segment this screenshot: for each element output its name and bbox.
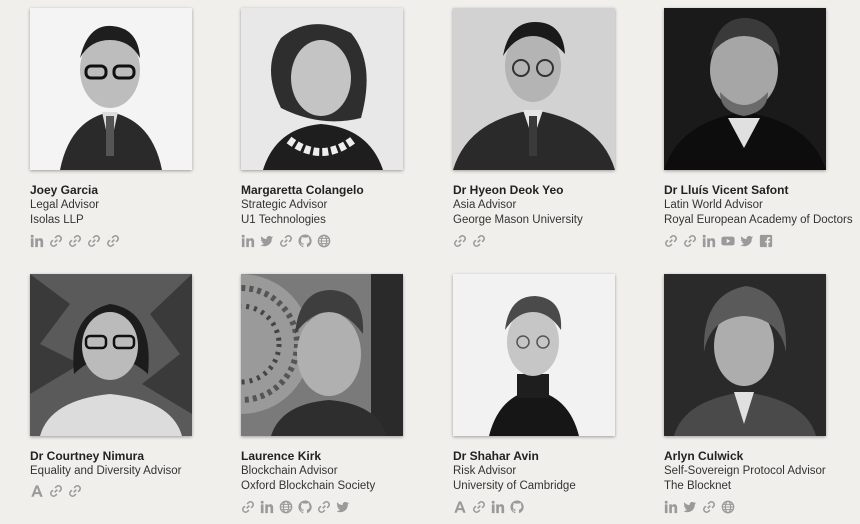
advisor-role: Legal Advisor [30, 199, 100, 211]
linkedin-icon[interactable] [702, 234, 716, 248]
advisor-photo [30, 274, 192, 436]
link-icon[interactable] [106, 234, 120, 248]
academia-icon[interactable] [30, 484, 44, 498]
advisor-role: Self-Sovereign Protocol Advisor [664, 465, 826, 477]
linkedin-icon[interactable] [241, 234, 255, 248]
advisor-role: Risk Advisor [453, 465, 517, 477]
advisor-role: Latin World Advisor [664, 199, 763, 211]
twitter-icon[interactable] [336, 500, 350, 514]
advisor-role: Strategic Advisor [241, 199, 328, 211]
link-icon[interactable] [241, 500, 255, 514]
linkedin-icon[interactable] [491, 500, 505, 514]
advisor-photo [453, 274, 615, 436]
advisor-name: Margaretta Colangelo [241, 183, 364, 197]
advisor-card: Joey Garcia Legal Advisor Isolas LLP [30, 8, 230, 248]
linkedin-icon[interactable] [30, 234, 44, 248]
advisor-name: Dr Shahar Avin [453, 449, 539, 463]
advisor-name: Laurence Kirk [241, 449, 322, 463]
advisor-card: Laurence Kirk Blockchain Advisor Oxford … [241, 274, 441, 514]
twitter-icon[interactable] [683, 500, 697, 514]
twitter-icon[interactable] [740, 234, 754, 248]
youtube-icon[interactable] [721, 234, 735, 248]
link-icon[interactable] [317, 500, 331, 514]
academia-icon[interactable] [453, 500, 467, 514]
advisor-card: Dr Lluís Vicent Safont Latin World Advis… [664, 8, 860, 248]
advisors-grid: Joey Garcia Legal Advisor Isolas LLP Mar… [0, 0, 860, 524]
github-icon[interactable] [510, 500, 524, 514]
link-icon[interactable] [49, 484, 63, 498]
link-icon[interactable] [49, 234, 63, 248]
advisor-photo [664, 274, 826, 436]
advisor-org: George Mason University [453, 214, 583, 226]
social-links [664, 234, 860, 248]
advisor-name: Dr Lluís Vicent Safont [664, 183, 789, 197]
advisor-org: University of Cambridge [453, 480, 576, 492]
twitter-icon[interactable] [260, 234, 274, 248]
advisor-card: Dr Hyeon Deok Yeo Asia Advisor George Ma… [453, 8, 653, 248]
advisor-card: Margaretta Colangelo Strategic Advisor U… [241, 8, 441, 248]
advisor-photo [664, 8, 826, 170]
social-links [453, 500, 653, 514]
linkedin-icon[interactable] [260, 500, 274, 514]
social-links [453, 234, 653, 248]
advisor-org: U1 Technologies [241, 214, 326, 226]
globe-icon[interactable] [721, 500, 735, 514]
link-icon[interactable] [68, 484, 82, 498]
social-links [30, 484, 230, 498]
globe-icon[interactable] [279, 500, 293, 514]
github-icon[interactable] [298, 500, 312, 514]
github-icon[interactable] [298, 234, 312, 248]
advisor-name: Joey Garcia [30, 183, 99, 197]
link-icon[interactable] [68, 234, 82, 248]
advisor-role: Blockchain Advisor [241, 465, 338, 477]
advisor-card: Arlyn Culwick Self-Sovereign Protocol Ad… [664, 274, 860, 514]
advisor-org: Oxford Blockchain Society [241, 480, 376, 492]
link-icon[interactable] [702, 500, 716, 514]
link-icon[interactable] [279, 234, 293, 248]
facebook-icon[interactable] [759, 234, 773, 248]
social-links [241, 500, 441, 514]
linkedin-icon[interactable] [664, 500, 678, 514]
advisor-photo [241, 274, 403, 436]
advisor-card: Dr Shahar Avin Risk Advisor University o… [453, 274, 653, 514]
link-icon[interactable] [472, 500, 486, 514]
social-links [241, 234, 441, 248]
link-icon[interactable] [87, 234, 101, 248]
advisor-name: Dr Hyeon Deok Yeo [453, 183, 564, 197]
advisor-org: The Blocknet [664, 480, 732, 492]
link-icon[interactable] [472, 234, 486, 248]
advisor-role: Equality and Diversity Advisor [30, 465, 182, 477]
advisor-name: Dr Courtney Nimura [30, 449, 145, 463]
advisor-photo [453, 8, 615, 170]
social-links [30, 234, 230, 248]
link-icon[interactable] [683, 234, 697, 248]
advisor-org: Royal European Academy of Doctors [664, 214, 853, 226]
link-icon[interactable] [664, 234, 678, 248]
social-links [664, 500, 860, 514]
advisor-photo [30, 8, 192, 170]
advisor-card: Dr Courtney Nimura Equality and Diversit… [30, 274, 230, 498]
advisor-role: Asia Advisor [453, 199, 517, 211]
advisor-photo [241, 8, 403, 170]
advisor-org: Isolas LLP [30, 214, 84, 226]
link-icon[interactable] [453, 234, 467, 248]
globe-icon[interactable] [317, 234, 331, 248]
advisor-name: Arlyn Culwick [664, 449, 744, 463]
